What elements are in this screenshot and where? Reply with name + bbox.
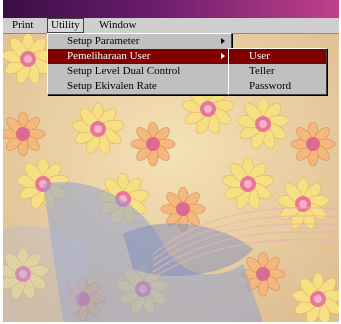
menu-item-setup-ekivalen-rate[interactable]: Setup Ekivalen Rate bbox=[48, 79, 231, 94]
submenu-arrow-icon bbox=[221, 53, 225, 59]
menu-item-label: Pemeliharaan User bbox=[67, 50, 151, 62]
menu-item-pemeliharaan-user[interactable]: Pemeliharaan User bbox=[48, 49, 231, 64]
menu-print[interactable]: Print bbox=[9, 18, 36, 33]
app-window: Print Utility Window Setup Parameter Pem… bbox=[3, 0, 339, 322]
user-submenu: User Teller Password bbox=[228, 48, 327, 95]
menu-item-label: Setup Ekivalen Rate bbox=[67, 80, 157, 92]
menu-window[interactable]: Window bbox=[96, 18, 139, 33]
submenu-item-label: Teller bbox=[249, 65, 275, 77]
menu-utility[interactable]: Utility bbox=[47, 18, 84, 33]
menu-item-setup-level-dual-control[interactable]: Setup Level Dual Control bbox=[48, 64, 231, 79]
submenu-arrow-icon bbox=[221, 38, 225, 44]
submenu-item-label: Password bbox=[249, 80, 292, 92]
menu-bar: Print Utility Window bbox=[3, 18, 339, 34]
submenu-item-teller[interactable]: Teller bbox=[229, 64, 326, 79]
title-bar[interactable] bbox=[3, 0, 339, 18]
submenu-item-password[interactable]: Password bbox=[229, 79, 326, 94]
menu-item-label: Setup Level Dual Control bbox=[67, 65, 181, 77]
menu-item-label: Setup Parameter bbox=[67, 35, 140, 47]
submenu-item-user[interactable]: User bbox=[229, 49, 326, 64]
submenu-item-label: User bbox=[249, 50, 270, 62]
menu-item-setup-parameter[interactable]: Setup Parameter bbox=[48, 34, 231, 49]
utility-dropdown-menu: Setup Parameter Pemeliharaan User Setup … bbox=[47, 33, 232, 95]
